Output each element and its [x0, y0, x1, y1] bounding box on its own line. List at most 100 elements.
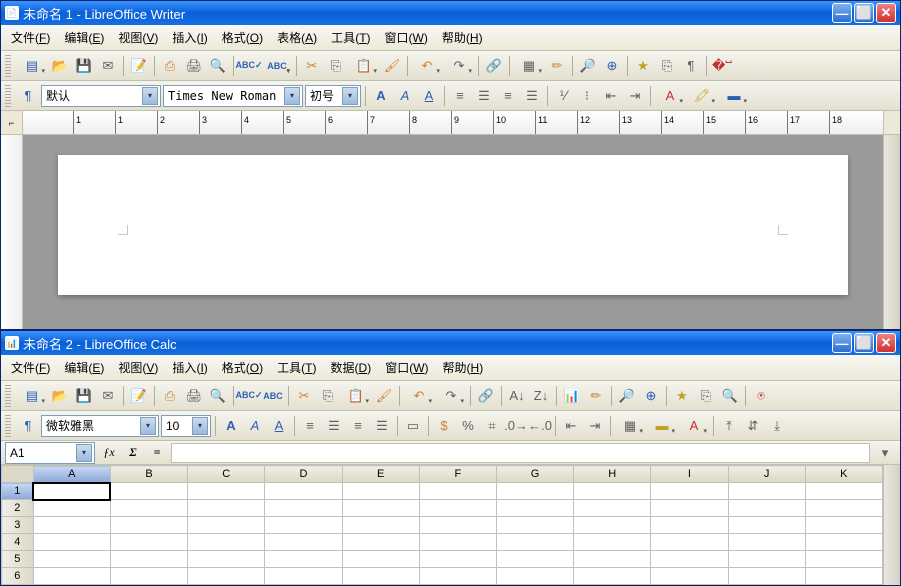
print-button[interactable]: 🖨 — [183, 55, 205, 77]
pdf-button[interactable]: ⎙ — [159, 55, 181, 77]
cell[interactable] — [33, 483, 110, 500]
page-viewport[interactable] — [23, 135, 883, 329]
column-header[interactable]: J — [728, 466, 805, 483]
align-center-button[interactable]: ☰ — [473, 85, 495, 107]
cell[interactable] — [419, 483, 496, 500]
help-button[interactable]: �ⵯ — [711, 55, 733, 77]
cell[interactable] — [496, 500, 573, 517]
cell[interactable] — [805, 534, 882, 551]
cell[interactable] — [188, 483, 265, 500]
spellcheck-button[interactable]: ABC✓ — [238, 55, 260, 77]
datasources-button[interactable]: ⎘ — [695, 385, 717, 407]
merge-cells-button[interactable]: ▭ — [402, 415, 424, 437]
cell[interactable] — [574, 483, 651, 500]
cell[interactable] — [651, 517, 728, 534]
cell[interactable] — [110, 483, 187, 500]
nonprint-button[interactable]: ¶ — [680, 55, 702, 77]
font-size-combo[interactable]: 10▾ — [161, 415, 211, 437]
row-header[interactable]: 5 — [2, 551, 34, 568]
vertical-ruler[interactable] — [1, 135, 23, 329]
paste-button[interactable]: 📋 — [349, 55, 379, 77]
cell[interactable] — [496, 483, 573, 500]
cell[interactable] — [574, 551, 651, 568]
format-paint-button[interactable]: 🖌 — [381, 55, 403, 77]
cell[interactable] — [419, 551, 496, 568]
cell[interactable] — [651, 568, 728, 585]
cell[interactable] — [110, 568, 187, 585]
formula-expand-button[interactable]: ▾ — [874, 442, 896, 464]
cell[interactable] — [342, 483, 419, 500]
cell[interactable] — [728, 568, 805, 585]
styles-button[interactable]: ¶ — [17, 85, 39, 107]
justify-button[interactable]: ☰ — [521, 85, 543, 107]
preview-button[interactable]: 🔍 — [207, 55, 229, 77]
cell[interactable] — [728, 517, 805, 534]
italic-button[interactable]: A — [394, 85, 416, 107]
menu-tools[interactable]: 工具(T) — [271, 356, 322, 379]
cell[interactable] — [651, 483, 728, 500]
menu-file[interactable]: 文件(F) — [5, 26, 56, 49]
justify-button[interactable]: ☰ — [371, 415, 393, 437]
cell[interactable] — [188, 517, 265, 534]
redo-button[interactable]: ↷ — [444, 55, 474, 77]
datasources-button[interactable]: ⎘ — [656, 55, 678, 77]
cell[interactable] — [805, 551, 882, 568]
open-button[interactable]: 📂 — [49, 385, 71, 407]
bg-color-button[interactable]: ▬ — [647, 415, 677, 437]
cell[interactable] — [342, 500, 419, 517]
pdf-button[interactable]: ⎙ — [159, 385, 181, 407]
cell[interactable] — [728, 551, 805, 568]
row-header[interactable]: 4 — [2, 534, 34, 551]
show-draw-button[interactable]: ✏ — [546, 55, 568, 77]
cell[interactable] — [496, 517, 573, 534]
cell[interactable] — [805, 517, 882, 534]
inc-indent-button[interactable]: ⇥ — [624, 85, 646, 107]
row-header[interactable]: 6 — [2, 568, 34, 585]
sum-button[interactable]: Σ — [123, 443, 143, 463]
menu-window[interactable]: 窗口(W) — [379, 356, 434, 379]
cell[interactable] — [265, 551, 342, 568]
cell[interactable] — [342, 568, 419, 585]
autospell-button[interactable]: ABC — [262, 55, 292, 77]
menu-window[interactable]: 窗口(W) — [379, 26, 434, 49]
inc-indent-button[interactable]: ⇥ — [584, 415, 606, 437]
align-top-button[interactable]: ⤒ — [718, 415, 740, 437]
horizontal-ruler[interactable]: 1123456789101112131415161718 — [23, 111, 883, 134]
align-left-button[interactable]: ≡ — [299, 415, 321, 437]
row-header[interactable]: 1 — [2, 483, 34, 500]
cell[interactable] — [342, 551, 419, 568]
font-color-button[interactable]: A — [679, 415, 709, 437]
undo-button[interactable]: ↶ — [404, 385, 434, 407]
column-header[interactable]: H — [574, 466, 651, 483]
minimize-button[interactable]: — — [832, 333, 852, 353]
cell[interactable] — [33, 568, 110, 585]
font-color-button[interactable]: A — [655, 85, 685, 107]
print-button[interactable]: 🖨 — [183, 385, 205, 407]
cell[interactable] — [188, 551, 265, 568]
column-header[interactable]: G — [496, 466, 573, 483]
font-name-combo[interactable]: Times New Roman▾ — [163, 85, 303, 107]
cell[interactable] — [33, 534, 110, 551]
column-header[interactable]: C — [188, 466, 265, 483]
copy-button[interactable]: ⎘ — [325, 55, 347, 77]
email-button[interactable]: ✉ — [97, 385, 119, 407]
format-paint-button[interactable]: 🖌 — [373, 385, 395, 407]
cell[interactable] — [574, 534, 651, 551]
cell[interactable] — [265, 500, 342, 517]
save-button[interactable]: 💾 — [73, 385, 95, 407]
select-all-corner[interactable] — [2, 466, 34, 483]
cell[interactable] — [496, 568, 573, 585]
cell[interactable] — [419, 534, 496, 551]
find-button[interactable]: 🔎 — [616, 385, 638, 407]
toolbar-grip[interactable] — [5, 415, 11, 437]
cell[interactable] — [110, 551, 187, 568]
undo-button[interactable]: ↶ — [412, 55, 442, 77]
cell[interactable] — [728, 534, 805, 551]
align-right-button[interactable]: ≡ — [497, 85, 519, 107]
navigator-button[interactable]: ⊕ — [601, 55, 623, 77]
menu-insert[interactable]: 插入(I) — [166, 356, 213, 379]
column-header[interactable]: K — [805, 466, 882, 483]
column-header[interactable]: B — [110, 466, 187, 483]
cell[interactable] — [265, 517, 342, 534]
bold-button[interactable]: A — [220, 415, 242, 437]
